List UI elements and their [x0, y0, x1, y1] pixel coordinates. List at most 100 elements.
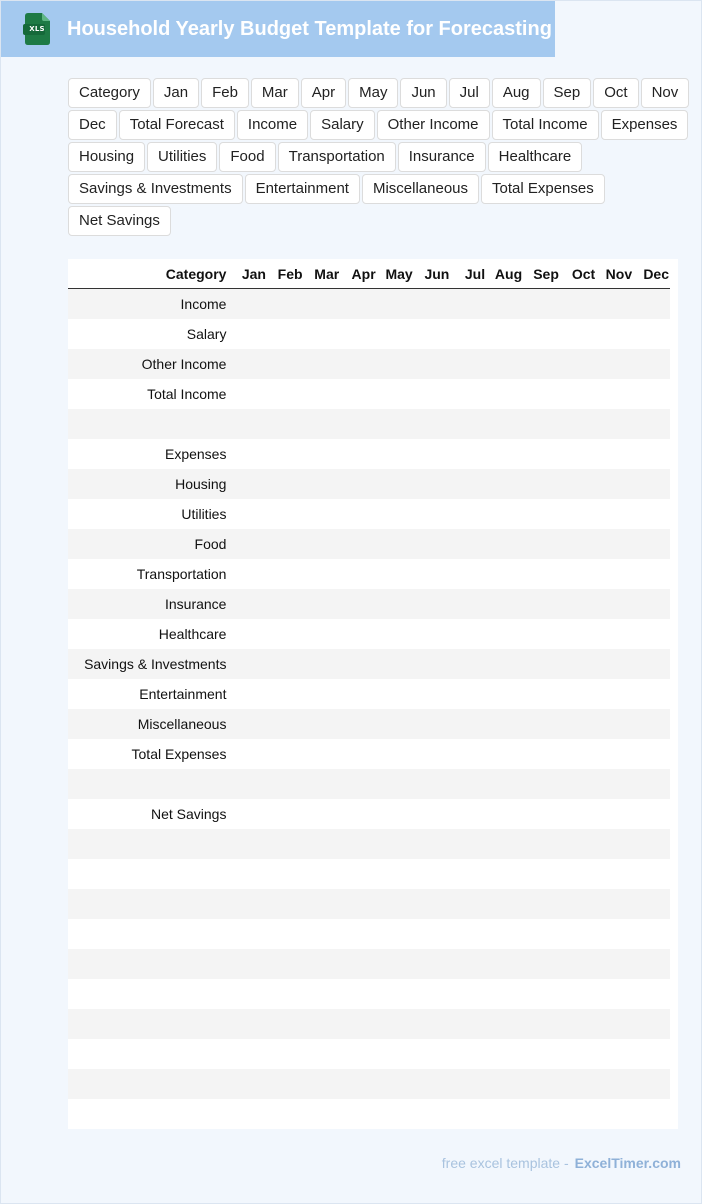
- row-category: Insurance: [72, 589, 231, 619]
- month-cell: [450, 649, 487, 679]
- column-chip[interactable]: Other Income: [376, 110, 490, 140]
- month-cell: [633, 469, 670, 499]
- column-chip[interactable]: Jan: [152, 78, 200, 108]
- column-chip[interactable]: Jul: [448, 78, 490, 108]
- month-cell: [486, 469, 524, 499]
- month-cell: [413, 379, 451, 409]
- column-chip[interactable]: Entertainment: [244, 174, 360, 204]
- table-row: 0Insurance: [68, 589, 670, 619]
- row-category: Utilities: [72, 499, 231, 529]
- column-chip[interactable]: Housing: [68, 142, 146, 172]
- column-chip[interactable]: Sep: [542, 78, 592, 108]
- column-chip[interactable]: Net Savings: [68, 206, 171, 236]
- month-cell: [523, 409, 560, 439]
- month-cell: [450, 829, 487, 859]
- month-cell: [303, 379, 341, 409]
- column-chip[interactable]: Total Expenses: [481, 174, 605, 204]
- column-chip[interactable]: Apr: [300, 78, 347, 108]
- column-chip[interactable]: Aug: [491, 78, 541, 108]
- month-cell: [413, 739, 451, 769]
- row-category: [72, 859, 231, 889]
- month-cell: [376, 709, 414, 739]
- month-cell: [633, 859, 670, 889]
- column-chip[interactable]: Category: [68, 78, 151, 108]
- month-cell: [486, 349, 524, 379]
- month-cell: [486, 889, 524, 919]
- column-chip[interactable]: Dec: [68, 110, 117, 140]
- row-category: Total Expenses: [72, 739, 231, 769]
- month-cell: [486, 529, 524, 559]
- month-cell: [376, 619, 414, 649]
- month-cell: [303, 349, 341, 379]
- month-cell: [376, 859, 414, 889]
- month-cell: [596, 649, 634, 679]
- month-header: Apr: [340, 259, 377, 289]
- month-cell: [266, 1039, 304, 1069]
- month-cell: [376, 529, 414, 559]
- month-cell: [340, 739, 377, 769]
- column-chip[interactable]: Jun: [400, 78, 447, 108]
- footer-text: free excel template -: [441, 1155, 569, 1171]
- month-cell: [559, 679, 597, 709]
- month-cell: [413, 1069, 451, 1099]
- month-cell: [523, 649, 560, 679]
- column-chip[interactable]: Total Forecast: [118, 110, 235, 140]
- column-chip[interactable]: Mar: [250, 78, 299, 108]
- month-cell: [450, 619, 487, 649]
- column-chip[interactable]: Income: [236, 110, 309, 140]
- month-cell: [266, 409, 304, 439]
- table-row: 8: [68, 829, 670, 859]
- month-cell: [303, 919, 341, 949]
- column-chip[interactable]: Total Income: [491, 110, 599, 140]
- row-category: Salary: [72, 319, 231, 349]
- column-chip[interactable]: Salary: [310, 110, 375, 140]
- column-chip[interactable]: Feb: [201, 78, 249, 108]
- month-cell: [486, 1009, 524, 1039]
- month-cell: [413, 529, 451, 559]
- column-chip[interactable]: Savings & Investments: [68, 174, 243, 204]
- month-cell: [413, 829, 451, 859]
- month-cell: [596, 679, 634, 709]
- column-chip[interactable]: Utilities: [147, 142, 218, 172]
- month-cell: [376, 769, 414, 799]
- month-cell: [523, 499, 560, 529]
- month-cell: [486, 559, 524, 589]
- column-chip[interactable]: Oct: [593, 78, 639, 108]
- month-cell: [266, 349, 304, 379]
- month-cell: [559, 288, 597, 319]
- table-row: 3Total Income: [68, 379, 670, 409]
- column-chip[interactable]: Insurance: [397, 142, 486, 172]
- column-chip[interactable]: Transportation: [277, 142, 396, 172]
- footer-brand-link[interactable]: ExcelTimer.com: [575, 1155, 681, 1171]
- column-chip[interactable]: May: [348, 78, 399, 108]
- month-cell: [230, 288, 267, 319]
- month-cell: [266, 1009, 304, 1039]
- table-row: 2: [68, 949, 670, 979]
- month-cell: [450, 739, 487, 769]
- month-cell: [523, 559, 560, 589]
- spreadsheet-preview[interactable]: Category Jan Feb Mar Apr May Jun Jul Aug Sep Oct No…: [68, 259, 678, 1129]
- row-category: Income: [72, 288, 231, 319]
- month-cell: [376, 439, 414, 469]
- column-chip[interactable]: Miscellaneous: [361, 174, 480, 204]
- month-cell: [450, 379, 487, 409]
- column-chip[interactable]: Food: [219, 142, 276, 172]
- table-row: 9Transportation: [68, 559, 670, 589]
- column-chip[interactable]: Nov: [640, 78, 690, 108]
- column-chip[interactable]: Expenses: [600, 110, 689, 140]
- month-cell: [633, 288, 670, 319]
- month-cell: [340, 769, 377, 799]
- month-cell: [230, 439, 267, 469]
- month-cell: [340, 709, 377, 739]
- month-cell: [596, 469, 634, 499]
- month-cell: [266, 769, 304, 799]
- month-cell: [413, 799, 451, 829]
- month-cell: [596, 589, 634, 619]
- month-cell: [559, 1099, 597, 1129]
- month-header: Sep: [523, 259, 560, 289]
- month-cell: [413, 349, 451, 379]
- month-cell: [413, 979, 451, 1009]
- table-row: 7Utilities: [68, 499, 670, 529]
- row-category: Savings & Investments: [72, 649, 231, 679]
- column-chip[interactable]: Healthcare: [487, 142, 583, 172]
